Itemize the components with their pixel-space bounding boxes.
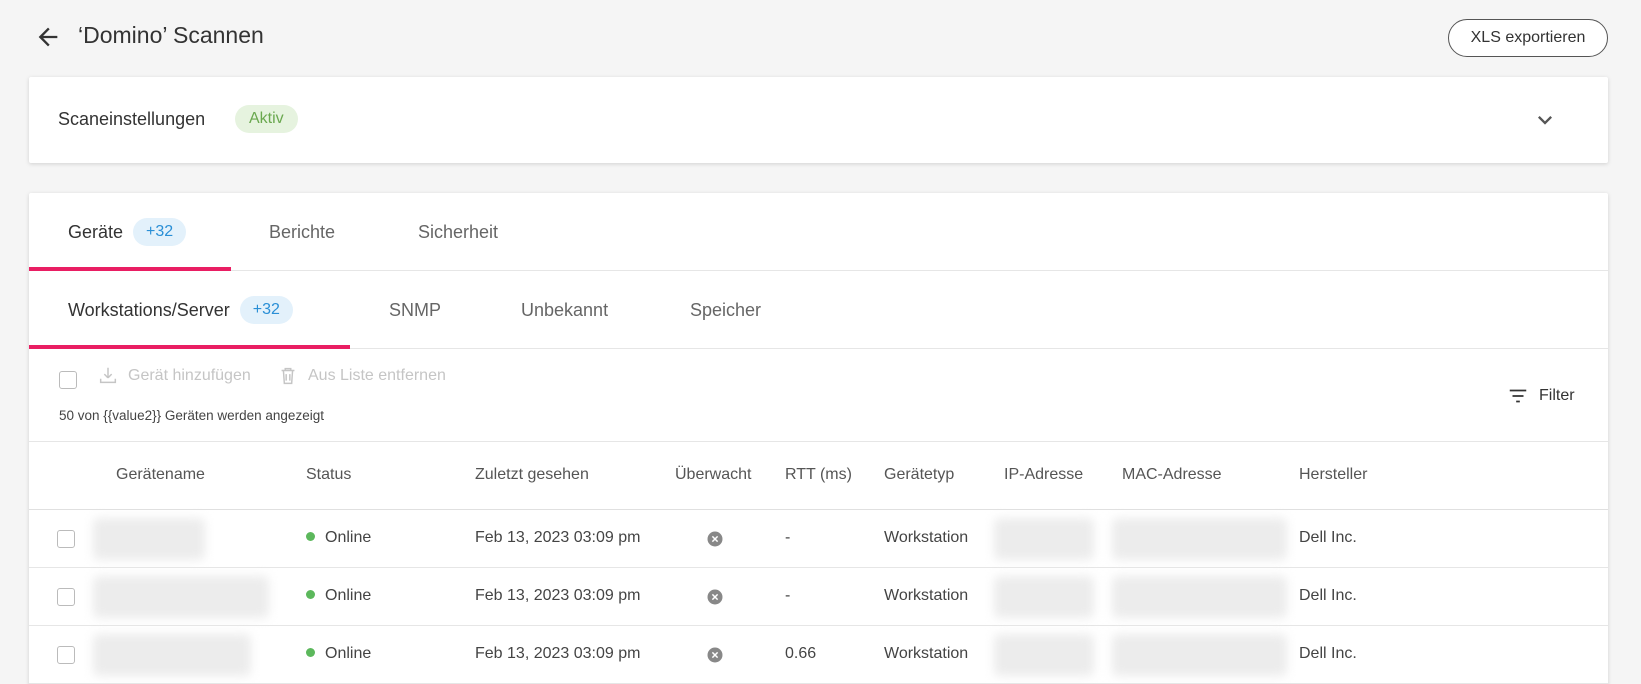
- tab-label: Sicherheit: [418, 221, 499, 242]
- filter-icon: [1509, 389, 1527, 403]
- ip-address-redacted: [994, 634, 1094, 676]
- export-xls-button[interactable]: XLS exportieren: [1448, 19, 1608, 57]
- status-cell: Online: [306, 587, 371, 605]
- mac-address-redacted: [1112, 634, 1287, 676]
- filter-label: Filter: [1539, 387, 1575, 404]
- column-header-rtt[interactable]: RTT (ms): [785, 466, 852, 484]
- tab-unbekannt[interactable]: Unbekannt: [521, 271, 608, 349]
- tab-sicherheit[interactable]: Sicherheit: [418, 193, 498, 271]
- mac-address-redacted: [1112, 518, 1287, 560]
- device-name-redacted: [93, 518, 205, 560]
- x-circle-icon: [707, 531, 723, 547]
- rtt-cell: -: [785, 587, 791, 604]
- tab-label: Speicher: [690, 299, 762, 320]
- column-header-hersteller[interactable]: Hersteller: [1299, 466, 1367, 484]
- rtt-cell: 0.66: [785, 645, 817, 662]
- rtt-cell: -: [785, 529, 791, 546]
- scan-settings-card[interactable]: Scaneinstellungen Aktiv: [29, 77, 1608, 163]
- tab-snmp[interactable]: SNMP: [389, 271, 441, 349]
- vendor-cell: Dell Inc.: [1299, 529, 1357, 546]
- device-type-cell: Workstation: [884, 529, 969, 546]
- arrow-left-icon: [38, 27, 58, 47]
- table-toolbar: Gerät hinzufügen Aus Liste entfernen 50 …: [29, 349, 1608, 442]
- table-row[interactable]: Online Feb 13, 2023 03:09 pm - Workstati…: [29, 568, 1608, 626]
- remove-from-list-button[interactable]: Aus Liste entfernen: [277, 365, 446, 387]
- online-status-dot: [306, 648, 315, 658]
- column-header-ueberwacht[interactable]: Überwacht: [675, 466, 751, 484]
- download-icon: [99, 367, 117, 384]
- select-all-checkbox[interactable]: [59, 371, 77, 389]
- secondary-tabs: Workstations/Server +32 SNMP Unbekannt S…: [29, 271, 1608, 349]
- trash-icon: [281, 367, 295, 385]
- count-badge: +32: [133, 218, 187, 246]
- status-text: Online: [325, 645, 372, 662]
- remove-from-list-label: Aus Liste entfernen: [308, 367, 446, 384]
- row-checkbox[interactable]: [57, 530, 75, 548]
- filter-button[interactable]: Filter: [1507, 385, 1575, 407]
- tab-berichte[interactable]: Berichte: [269, 193, 335, 271]
- tab-label: Workstations/Server: [68, 299, 230, 320]
- row-checkbox[interactable]: [57, 646, 75, 664]
- column-header-geraetetyp[interactable]: Gerätetyp: [884, 466, 954, 484]
- tab-label: Unbekannt: [521, 299, 609, 320]
- tab-label: Berichte: [269, 221, 336, 242]
- result-count-text: 50 von {{value2}} Geräten werden angezei…: [59, 408, 324, 423]
- row-checkbox[interactable]: [57, 588, 75, 606]
- last-seen-cell: Feb 13, 2023 03:09 pm: [475, 529, 641, 546]
- device-type-cell: Workstation: [884, 645, 969, 662]
- mac-address-redacted: [1112, 576, 1287, 618]
- column-header-geraetename[interactable]: Gerätename: [116, 466, 205, 484]
- tab-geraete[interactable]: Geräte +32: [29, 193, 231, 271]
- vendor-cell: Dell Inc.: [1299, 645, 1357, 662]
- tab-label: Geräte: [68, 221, 124, 242]
- last-seen-cell: Feb 13, 2023 03:09 pm: [475, 645, 641, 662]
- column-header-zuletzt-gesehen[interactable]: Zuletzt gesehen: [475, 466, 589, 484]
- back-button[interactable]: [34, 23, 62, 51]
- device-name-redacted: [93, 634, 251, 676]
- primary-tabs: Geräte +32 Berichte Sicherheit: [29, 193, 1608, 271]
- status-badge: Aktiv: [235, 105, 298, 133]
- scan-settings-title: Scaneinstellungen: [58, 109, 206, 129]
- page-title: ‘Domino’ Scannen: [78, 22, 264, 48]
- status-text: Online: [325, 529, 372, 546]
- table-row[interactable]: Online Feb 13, 2023 03:09 pm 0.66 Workst…: [29, 626, 1608, 684]
- tab-workstations-server[interactable]: Workstations/Server +32: [29, 271, 350, 349]
- tab-label: SNMP: [389, 299, 442, 320]
- vendor-cell: Dell Inc.: [1299, 587, 1357, 604]
- count-badge: +32: [239, 296, 293, 324]
- chevron-down-icon[interactable]: [1531, 106, 1559, 134]
- tab-speicher[interactable]: Speicher: [690, 271, 761, 349]
- device-type-cell: Workstation: [884, 587, 969, 604]
- column-header-mac-adresse[interactable]: MAC-Adresse: [1122, 466, 1222, 484]
- x-circle-icon: [707, 647, 723, 663]
- column-header-status[interactable]: Status: [306, 466, 351, 484]
- online-status-dot: [306, 532, 315, 542]
- table-row[interactable]: Online Feb 13, 2023 03:09 pm - Workstati…: [29, 510, 1608, 568]
- online-status-dot: [306, 590, 315, 600]
- status-cell: Online: [306, 529, 371, 547]
- ip-address-redacted: [994, 518, 1094, 560]
- devices-card: Geräte +32 Berichte Sicherheit Workstati…: [29, 193, 1608, 684]
- add-device-label: Gerät hinzufügen: [128, 367, 251, 384]
- status-cell: Online: [306, 645, 371, 663]
- top-bar: ‘Domino’ Scannen XLS exportieren: [0, 0, 1641, 76]
- device-name-redacted: [93, 576, 269, 618]
- ip-address-redacted: [994, 576, 1094, 618]
- add-device-button[interactable]: Gerät hinzufügen: [97, 365, 251, 387]
- last-seen-cell: Feb 13, 2023 03:09 pm: [475, 587, 641, 604]
- x-circle-icon: [707, 589, 723, 605]
- status-text: Online: [325, 587, 372, 604]
- table-header: Gerätename Status Zuletzt gesehen Überwa…: [29, 442, 1608, 510]
- column-header-ip-adresse[interactable]: IP-Adresse: [1004, 466, 1083, 484]
